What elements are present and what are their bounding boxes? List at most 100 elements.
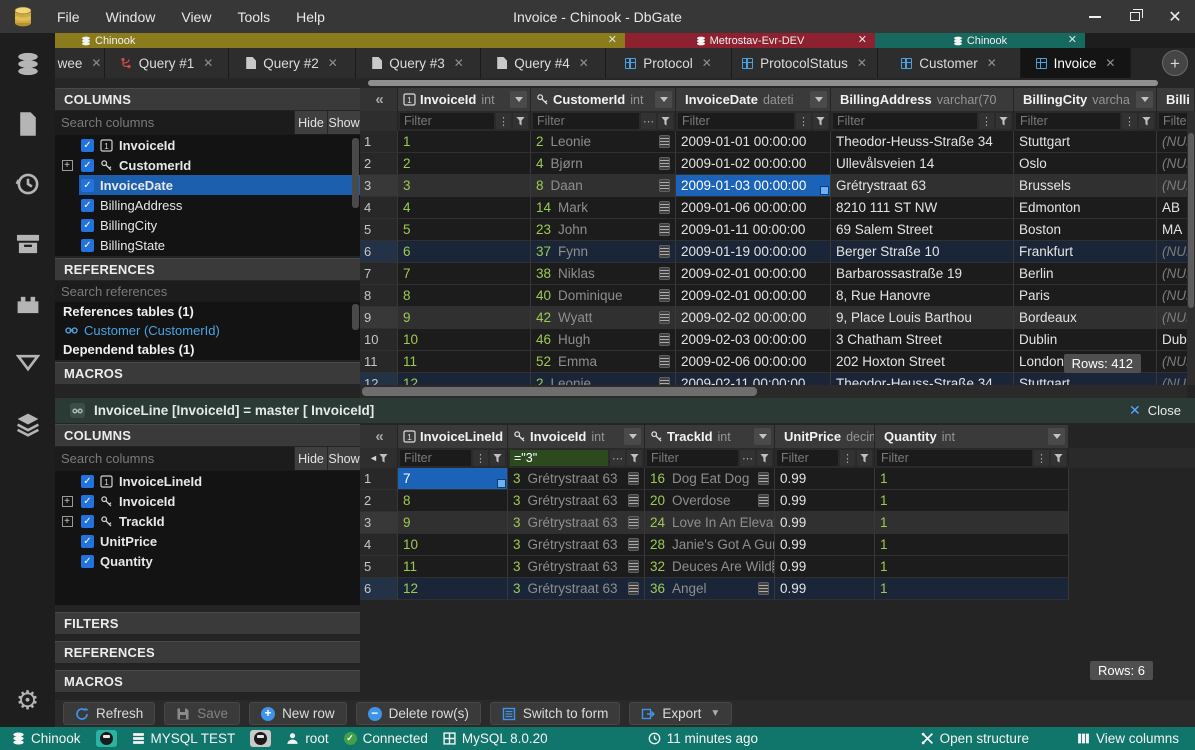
- checkbox-checked[interactable]: ✓: [81, 159, 94, 172]
- checkbox-checked[interactable]: ✓: [81, 179, 94, 192]
- status-server[interactable]: MYSQL TEST: [132, 731, 236, 746]
- export-button[interactable]: Export▼: [629, 702, 732, 725]
- group-close-icon[interactable]: ✕: [608, 35, 617, 46]
- checkbox-checked[interactable]: ✓: [81, 495, 94, 508]
- columns-panel-header[interactable]: COLUMNS: [55, 424, 360, 447]
- search-columns-input[interactable]: [55, 447, 294, 470]
- column-item-unitprice[interactable]: ✓UnitPrice: [55, 531, 360, 551]
- refresh-button[interactable]: Refresh: [63, 702, 155, 725]
- column-menu-chevron[interactable]: [510, 91, 527, 108]
- checkbox-checked[interactable]: ✓: [81, 515, 94, 528]
- tab-group-metrostav[interactable]: Metrostav-Evr-DEV ✕: [625, 33, 875, 48]
- checkbox-checked[interactable]: ✓: [81, 139, 94, 152]
- detail-icon[interactable]: [659, 135, 670, 148]
- column-header-billingcity[interactable]: BillingCityvarcha: [1014, 88, 1157, 111]
- column-header-invoicelineid[interactable]: 1InvoiceLineIdint: [398, 425, 508, 448]
- column-menu-chevron[interactable]: [754, 428, 771, 445]
- database-icon[interactable]: [0, 35, 55, 93]
- history-icon[interactable]: [0, 155, 55, 213]
- filter-dots-icon[interactable]: ⋯: [610, 450, 625, 466]
- file-icon[interactable]: [0, 95, 55, 153]
- tab-invoice[interactable]: Invoice✕: [1021, 48, 1131, 78]
- column-header-trackid[interactable]: TrackIdint: [645, 425, 775, 448]
- filter-funnel-icon[interactable]: [490, 450, 505, 466]
- reference-link-customer[interactable]: Customer (CustomerId): [55, 321, 360, 340]
- detail-icon[interactable]: [659, 267, 670, 280]
- collapse-columns-button[interactable]: «: [360, 88, 398, 111]
- references-scrollbar[interactable]: [352, 304, 359, 330]
- filter-input-billingaddress[interactable]: [833, 113, 977, 129]
- selected-cell[interactable]: 2009-01-03 00:00:00: [676, 175, 831, 197]
- menu-help[interactable]: Help: [296, 9, 325, 25]
- detail-icon[interactable]: [659, 179, 670, 192]
- filter-menu-icon[interactable]: ⋮: [796, 113, 811, 129]
- menu-view[interactable]: View: [181, 9, 211, 25]
- filter-input-invoicelineid[interactable]: [400, 450, 471, 466]
- detail-icon[interactable]: [659, 377, 670, 385]
- tree-scrollbar[interactable]: [352, 138, 359, 208]
- tab-protocol[interactable]: Protocol✕: [606, 48, 732, 78]
- tab-close-icon[interactable]: ✕: [454, 56, 464, 70]
- checkbox-checked[interactable]: ✓: [81, 219, 94, 232]
- new-tab-button[interactable]: +: [1162, 50, 1188, 76]
- column-header-quantity[interactable]: Quantityint: [875, 425, 1069, 448]
- column-item-billingstate[interactable]: ✓BillingState: [55, 235, 360, 255]
- filter-dots-icon[interactable]: ⋯: [641, 113, 656, 129]
- filters-panel-header[interactable]: FILTERS: [55, 612, 360, 635]
- tab-scrollbar[interactable]: [55, 78, 1195, 88]
- expand-icon[interactable]: +: [62, 516, 73, 527]
- detail-icon[interactable]: [758, 472, 769, 485]
- filter-input-invoiceid[interactable]: [510, 450, 608, 466]
- search-columns-input[interactable]: [55, 111, 294, 134]
- column-header-billingstate[interactable]: Billi: [1157, 88, 1195, 111]
- column-header-billingaddress[interactable]: BillingAddressvarchar(70: [831, 88, 1014, 111]
- close-button[interactable]: ✕: [1155, 0, 1195, 33]
- tab-group-chinook-2[interactable]: Chinook ✕: [875, 33, 1085, 48]
- detail-icon[interactable]: [628, 582, 639, 595]
- detail-icon[interactable]: [628, 472, 639, 485]
- scrollbar-thumb[interactable]: [362, 387, 757, 396]
- filter-menu-icon[interactable]: ⋮: [496, 113, 511, 129]
- archive-icon[interactable]: [0, 215, 55, 273]
- column-menu-chevron[interactable]: [655, 91, 672, 108]
- show-button[interactable]: Show: [327, 447, 360, 470]
- detail-icon[interactable]: [659, 333, 670, 346]
- filter-funnel-icon[interactable]: [1139, 113, 1154, 129]
- tab-close-icon[interactable]: ✕: [203, 56, 213, 70]
- scrollbar-thumb[interactable]: [1188, 133, 1194, 308]
- close-detail-button[interactable]: ✕Close: [1129, 402, 1181, 419]
- open-structure-button[interactable]: Open structure: [921, 731, 1029, 746]
- tab-query-1[interactable]: Query #1✕: [105, 48, 229, 78]
- horizontal-scrollbar[interactable]: [360, 385, 1187, 398]
- column-header-invoiceid[interactable]: 1InvoiceIdint: [398, 88, 531, 111]
- filter-funnel-icon[interactable]: [996, 113, 1011, 129]
- filter-menu-icon[interactable]: ⋮: [1122, 113, 1137, 129]
- tab-close-icon[interactable]: ✕: [579, 56, 589, 70]
- filter-funnel-icon[interactable]: [857, 450, 872, 466]
- expand-icon[interactable]: +: [62, 160, 73, 171]
- tab-close-icon[interactable]: ✕: [702, 56, 712, 70]
- tab-close-icon[interactable]: ✕: [328, 56, 338, 70]
- column-header-invoicedate[interactable]: InvoiceDatedateti: [676, 88, 831, 111]
- filter-icon[interactable]: [0, 335, 55, 393]
- new-row-button[interactable]: +New row: [249, 702, 347, 725]
- tab-wee[interactable]: wee✕: [55, 48, 105, 78]
- column-menu-chevron[interactable]: [624, 428, 641, 445]
- delete-rows-button[interactable]: −Delete row(s): [356, 702, 481, 725]
- filter-input-customerid[interactable]: [533, 113, 639, 129]
- detail-icon[interactable]: [628, 538, 639, 551]
- selected-cell[interactable]: 7: [398, 468, 508, 490]
- status-database[interactable]: Chinook: [12, 731, 81, 746]
- menu-window[interactable]: Window: [106, 9, 156, 25]
- filter-input-trackid[interactable]: [647, 450, 738, 466]
- vertical-scrollbar[interactable]: [1187, 111, 1195, 385]
- filter-funnel-icon[interactable]: [658, 113, 673, 129]
- detail-icon[interactable]: [659, 355, 670, 368]
- column-item-billingaddress[interactable]: ✓BillingAddress: [55, 195, 360, 215]
- tab-query-4[interactable]: Query #4✕: [481, 48, 606, 78]
- settings-gear-icon[interactable]: ⚙: [16, 687, 39, 713]
- detail-icon[interactable]: [659, 245, 670, 258]
- switch-to-form-button[interactable]: Switch to form: [490, 702, 621, 725]
- checkbox-checked[interactable]: ✓: [81, 475, 94, 488]
- layers-icon[interactable]: [0, 395, 55, 453]
